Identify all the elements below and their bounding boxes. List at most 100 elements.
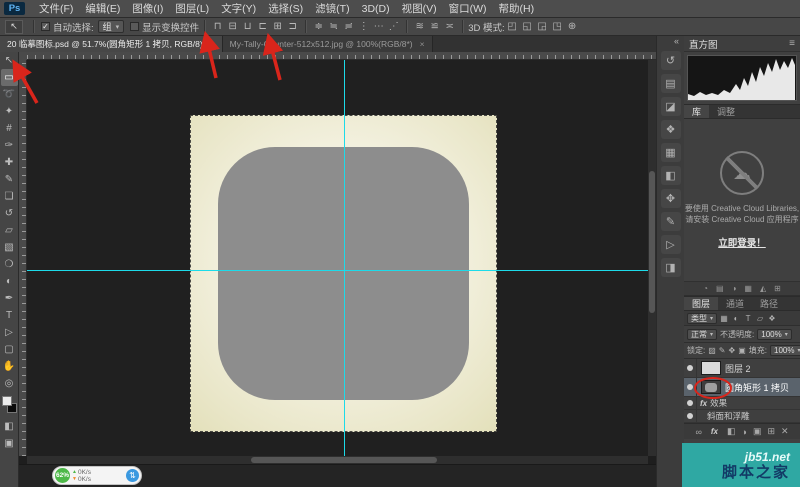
blend-mode-dropdown[interactable]: 正常 <box>687 329 717 340</box>
zoom-tool[interactable]: ◎ <box>1 375 18 392</box>
sync-button-icon[interactable]: ⇅ <box>126 469 139 482</box>
blur-tool[interactable]: ❍ <box>1 256 18 273</box>
show-transform-checkbox[interactable] <box>130 22 139 31</box>
menu-view[interactable]: 视图(V) <box>396 0 443 18</box>
menu-image[interactable]: 图像(I) <box>126 0 169 18</box>
auto-align-icon[interactable]: ≋ <box>412 20 427 34</box>
layer-thumbnail[interactable] <box>701 380 721 394</box>
speed-monitor-overlay[interactable]: 62% ▲0K/s ▼0K/s ⇅ <box>52 466 142 485</box>
add-layer-mask-icon[interactable]: ◧ <box>727 426 736 437</box>
color-panel-icon[interactable]: ❖ <box>661 120 681 139</box>
visibility-toggle[interactable] <box>684 359 697 377</box>
new-layer-icon[interactable]: ⊞ <box>767 426 775 437</box>
history-panel-icon[interactable]: ↺ <box>661 51 681 70</box>
layer-thumbnail[interactable] <box>701 361 721 375</box>
menu-edit[interactable]: 编辑(E) <box>79 0 126 18</box>
3d-scale-icon[interactable]: ⊕ <box>565 20 580 34</box>
adjustment-vibrance-icon[interactable]: ◭ <box>760 284 766 293</box>
paths-panel-icon[interactable]: ▷ <box>661 235 681 254</box>
lock-transparency-icon[interactable]: ▨ <box>708 346 716 355</box>
align-horizontal-center-icon[interactable]: ⊞ <box>270 20 285 34</box>
new-group-icon[interactable]: ▣ <box>753 426 762 437</box>
lock-position-icon[interactable]: ✥ <box>729 346 736 355</box>
rectangle-tool[interactable]: ▢ <box>1 341 18 358</box>
foreground-color-swatch[interactable] <box>2 396 12 406</box>
effect-row-bevel-emboss[interactable]: 斜面和浮雕 <box>684 410 800 423</box>
new-adjustment-layer-icon[interactable]: ◑ <box>742 427 747 437</box>
link-layers-icon[interactable]: ∞ <box>695 427 701 437</box>
eraser-tool[interactable]: ▱ <box>1 222 18 239</box>
align-top-icon[interactable]: ⊓ <box>210 20 225 34</box>
dodge-tool[interactable]: ◐ <box>1 273 18 290</box>
brush-tool[interactable]: ✎ <box>1 171 18 188</box>
brush-presets-panel-icon[interactable]: ✎ <box>661 212 681 231</box>
auto-select-dropdown[interactable]: 组 <box>98 20 125 33</box>
tab-library[interactable]: 库 <box>684 105 709 118</box>
screen-mode-icon[interactable]: ▣ <box>1 435 18 452</box>
align-bottom-icon[interactable]: ⊔ <box>240 20 255 34</box>
visibility-toggle[interactable] <box>684 378 697 396</box>
auto-select-checkbox[interactable]: ✓ <box>41 22 50 31</box>
rectangular-marquee-tool[interactable]: ▭ <box>1 69 18 86</box>
panel-menu-icon[interactable]: ≡ <box>789 38 795 49</box>
adjustment-brightness-icon[interactable]: ◔ <box>703 284 708 293</box>
properties-panel-icon[interactable]: ▤ <box>661 74 681 93</box>
filter-shape-icon[interactable]: ▱ <box>755 314 765 323</box>
3d-rotate-icon[interactable]: ◰ <box>505 20 520 34</box>
adjustment-exposure-icon[interactable]: ▦ <box>744 284 752 293</box>
tab-paths[interactable]: 路径 <box>752 297 786 310</box>
eyedropper-tool[interactable]: ✑ <box>1 137 18 154</box>
menu-select[interactable]: 选择(S) <box>262 0 309 18</box>
quick-selection-tool[interactable]: ✦ <box>1 103 18 120</box>
3d-drag-icon[interactable]: ◲ <box>535 20 550 34</box>
move-tool[interactable]: ↖ <box>1 52 18 69</box>
horizontal-scrollbar[interactable] <box>27 456 648 464</box>
history-brush-tool[interactable]: ↺ <box>1 205 18 222</box>
quick-mask-icon[interactable]: ◧ <box>1 418 18 435</box>
align-vertical-center-icon[interactable]: ⊟ <box>225 20 240 34</box>
filter-adjustment-icon[interactable]: ◐ <box>731 314 741 323</box>
styles-panel-icon[interactable]: ✥ <box>661 189 681 208</box>
3d-slide-icon[interactable]: ◳ <box>550 20 565 34</box>
crop-tool[interactable]: # <box>1 120 18 137</box>
menu-filter[interactable]: 滤镜(T) <box>309 0 355 18</box>
scroll-thumb[interactable] <box>251 457 437 463</box>
close-tab-icon[interactable]: × <box>210 39 215 49</box>
distribute-top-icon[interactable]: ≑ <box>311 20 326 34</box>
menu-window[interactable]: 窗口(W) <box>443 0 493 18</box>
layer-row[interactable]: 图层 2 <box>684 359 800 378</box>
adjustment-hue-icon[interactable]: ⊞ <box>774 284 781 293</box>
gradient-tool[interactable]: ▧ <box>1 239 18 256</box>
distribute-left-icon[interactable]: ⋮ <box>356 20 371 34</box>
login-now-link[interactable]: 立即登录！ <box>718 235 766 249</box>
spot-healing-brush-tool[interactable]: ✚ <box>1 154 18 171</box>
adjustments-panel-icon[interactable]: ◧ <box>661 166 681 185</box>
menu-3d[interactable]: 3D(D) <box>356 0 396 18</box>
filter-type-icon[interactable]: T <box>743 314 753 323</box>
filter-smart-object-icon[interactable]: ❖ <box>767 314 777 323</box>
delete-layer-icon[interactable]: ✕ <box>781 426 789 437</box>
type-tool[interactable]: T <box>1 307 18 324</box>
visibility-toggle[interactable] <box>684 410 697 422</box>
menu-type[interactable]: 文字(Y) <box>215 0 262 18</box>
distribute-bottom-icon[interactable]: ≓ <box>341 20 356 34</box>
distribute-v-spacing-icon[interactable]: ≍ <box>442 20 457 34</box>
close-tab-icon[interactable]: × <box>420 39 425 49</box>
horizontal-ruler[interactable] <box>27 52 656 60</box>
document-tab-active[interactable]: 20 临摹图标.psd @ 51.7%(圆角矩形 1 拷贝, RGB/8) × <box>0 36 223 52</box>
visibility-toggle[interactable] <box>684 397 697 409</box>
document-tab-inactive[interactable]: My-Tally-Counter-512x512.jpg @ 100%(RGB/… <box>223 36 433 52</box>
info-panel-icon[interactable]: ◪ <box>661 97 681 116</box>
distribute-right-icon[interactable]: ⋰ <box>386 20 401 34</box>
collapse-panels-icon[interactable]: « <box>674 36 684 49</box>
tab-channels[interactable]: 通道 <box>718 297 752 310</box>
distribute-h-spacing-icon[interactable]: ≌ <box>427 20 442 34</box>
path-selection-tool[interactable]: ▷ <box>1 324 18 341</box>
channels-panel-icon[interactable]: ◨ <box>661 258 681 277</box>
layer-filter-dropdown[interactable]: 类型 <box>687 313 717 324</box>
vertical-ruler[interactable] <box>19 60 27 456</box>
filter-pixel-icon[interactable]: ▦ <box>719 314 729 323</box>
hand-tool[interactable]: ✋ <box>1 358 18 375</box>
menu-file[interactable]: 文件(F) <box>33 0 79 18</box>
align-left-icon[interactable]: ⊏ <box>255 20 270 34</box>
